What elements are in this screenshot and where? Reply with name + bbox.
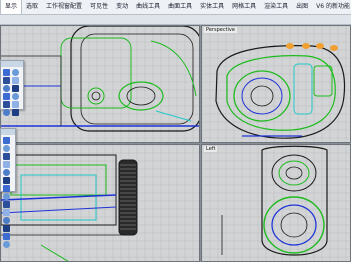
layer-icon[interactable] bbox=[12, 109, 19, 116]
join-icon[interactable] bbox=[3, 225, 10, 232]
group-icon[interactable] bbox=[3, 109, 10, 116]
viewport-perspective[interactable]: Perspective bbox=[201, 25, 351, 143]
rebuild-icon[interactable] bbox=[3, 241, 10, 248]
split-icon[interactable] bbox=[3, 217, 10, 224]
left-tool-palette-upper bbox=[0, 60, 24, 116]
fillet-icon[interactable] bbox=[3, 193, 10, 200]
ribbon-tab-9[interactable]: 渲染工具 bbox=[260, 0, 292, 14]
ribbon-tabs: 显示 选取 工作视窗配置 可见性 变动 曲线工具 曲面工具 实体工具 网格工具 渲染工具 出图 V6 … bbox=[0, 0, 351, 15]
shell-icon[interactable] bbox=[3, 201, 10, 208]
surface-icon[interactable] bbox=[12, 77, 19, 84]
cap-icon[interactable] bbox=[3, 209, 10, 216]
ribbon-tab-4[interactable]: 变动 bbox=[112, 0, 132, 14]
top-view-wireframe bbox=[1, 26, 199, 142]
extrude-icon[interactable] bbox=[3, 177, 10, 184]
solid-icon[interactable] bbox=[3, 85, 10, 92]
boolean-icon[interactable] bbox=[3, 185, 10, 192]
box-icon[interactable] bbox=[3, 137, 10, 144]
curve-icon[interactable] bbox=[3, 77, 10, 84]
cylinder-icon[interactable] bbox=[3, 153, 10, 160]
ribbon-tab-10[interactable]: 出图 bbox=[292, 0, 312, 14]
select-icon[interactable] bbox=[3, 69, 10, 76]
viewport-front[interactable] bbox=[0, 144, 200, 262]
viewport-top[interactable] bbox=[0, 25, 200, 143]
viewport-left[interactable]: Left bbox=[201, 144, 351, 262]
point-icon[interactable] bbox=[12, 69, 19, 76]
ribbon-tab-6[interactable]: 曲面工具 bbox=[164, 0, 196, 14]
ribbon-toolbar-strip bbox=[0, 15, 351, 25]
analyze-icon[interactable] bbox=[3, 101, 10, 108]
left-view-wireframe bbox=[202, 145, 350, 261]
ribbon-tab-11[interactable]: V6 的新功能 bbox=[312, 0, 351, 14]
ribbon-tab-1[interactable]: 选取 bbox=[22, 0, 42, 14]
explode-icon[interactable] bbox=[3, 233, 10, 240]
palette-title-bar[interactable] bbox=[1, 61, 23, 67]
render-icon[interactable] bbox=[12, 101, 19, 108]
torus-icon[interactable] bbox=[3, 169, 10, 176]
transform-icon[interactable] bbox=[3, 93, 10, 100]
left-tool-palette-lower bbox=[0, 128, 16, 248]
palette-title-bar[interactable] bbox=[1, 129, 15, 135]
mesh-icon[interactable] bbox=[12, 85, 19, 92]
viewport-left-label: Left bbox=[204, 146, 218, 152]
dimension-icon[interactable] bbox=[12, 93, 19, 100]
sphere-icon[interactable] bbox=[3, 145, 10, 152]
ribbon-tab-0[interactable]: 显示 bbox=[0, 0, 23, 14]
front-view-wireframe bbox=[1, 145, 199, 261]
cone-icon[interactable] bbox=[3, 161, 10, 168]
ribbon-tab-2[interactable]: 工作视窗配置 bbox=[42, 0, 86, 14]
ribbon-tab-3[interactable]: 可见性 bbox=[86, 0, 112, 14]
perspective-view-wireframe bbox=[202, 26, 350, 142]
ribbon-tab-8[interactable]: 网格工具 bbox=[228, 0, 260, 14]
viewport-perspective-label: Perspective bbox=[204, 27, 237, 33]
ribbon-tab-5[interactable]: 曲线工具 bbox=[132, 0, 164, 14]
ribbon-tab-7[interactable]: 实体工具 bbox=[196, 0, 228, 14]
